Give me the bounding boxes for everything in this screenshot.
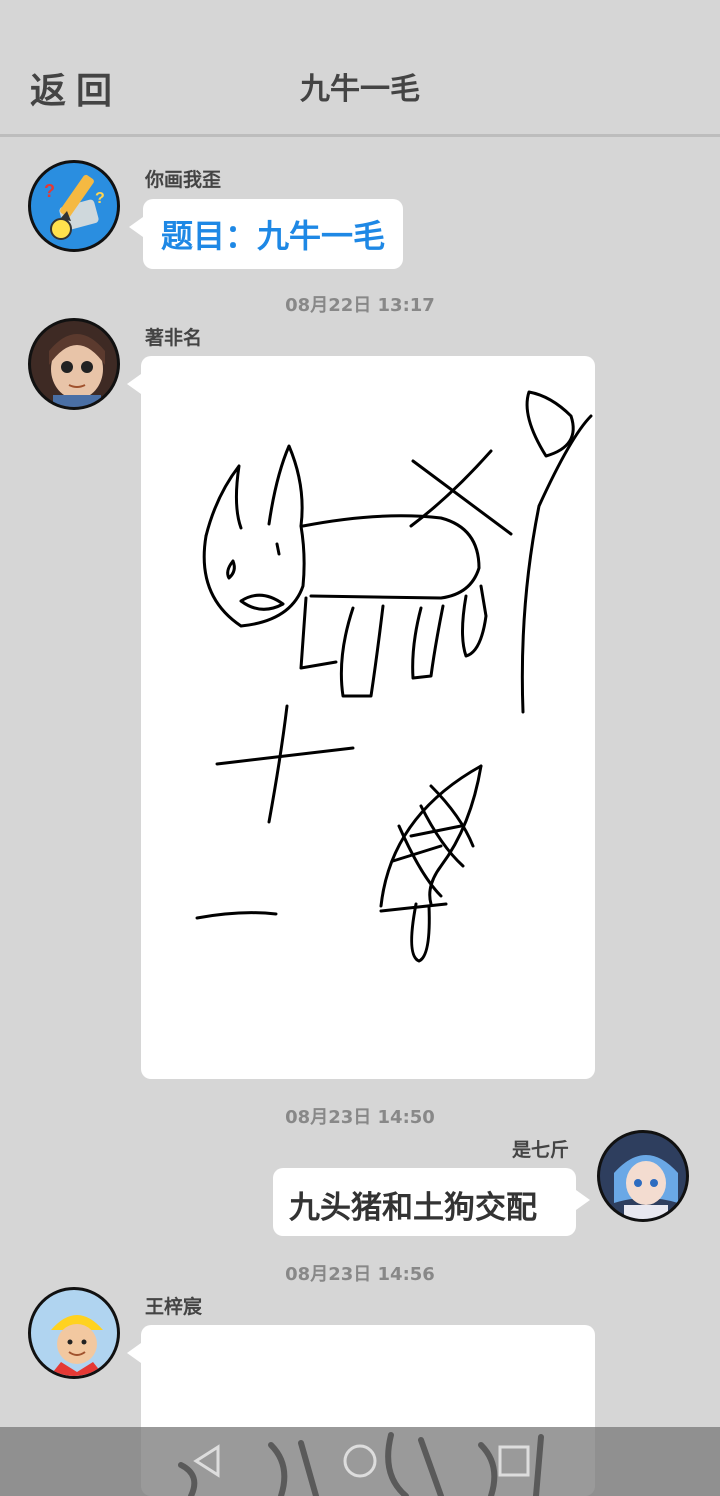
avatar-user[interactable]: [28, 1287, 120, 1379]
message-bubble[interactable]: 九头猪和土狗交配: [273, 1168, 590, 1236]
system-navigation-bar: [0, 1427, 720, 1496]
recent-square-icon[interactable]: [496, 1443, 532, 1483]
timestamp: 08月23日 14:50: [285, 1107, 435, 1128]
avatar-host[interactable]: ? ?: [28, 160, 120, 252]
sender-name: 著非名: [145, 327, 203, 349]
avatar-user[interactable]: [28, 318, 120, 410]
message-text: 九头猪和土狗交配: [289, 1190, 537, 1226]
top-bar: 返回 九牛一毛: [0, 0, 720, 137]
home-circle-icon[interactable]: [342, 1443, 378, 1483]
timestamp: 08月22日 13:17: [285, 295, 435, 316]
sender-name: 是七斤: [512, 1139, 570, 1161]
page-title: 九牛一毛: [300, 72, 420, 107]
svg-text:?: ?: [95, 190, 105, 207]
message-bubble[interactable]: 题目：九牛一毛: [128, 199, 404, 269]
sender-name: 你画我歪: [145, 169, 222, 191]
timestamp: 08月23日 14:56: [285, 1264, 435, 1285]
back-triangle-icon[interactable]: [190, 1443, 226, 1483]
drawing-image: [195, 390, 593, 963]
sender-name: 王梓宸: [145, 1296, 203, 1318]
svg-text:?: ?: [44, 181, 55, 201]
message-text: 题目：九牛一毛: [161, 217, 386, 255]
avatar-user[interactable]: [597, 1130, 689, 1222]
drawing-bubble[interactable]: [127, 356, 595, 1079]
